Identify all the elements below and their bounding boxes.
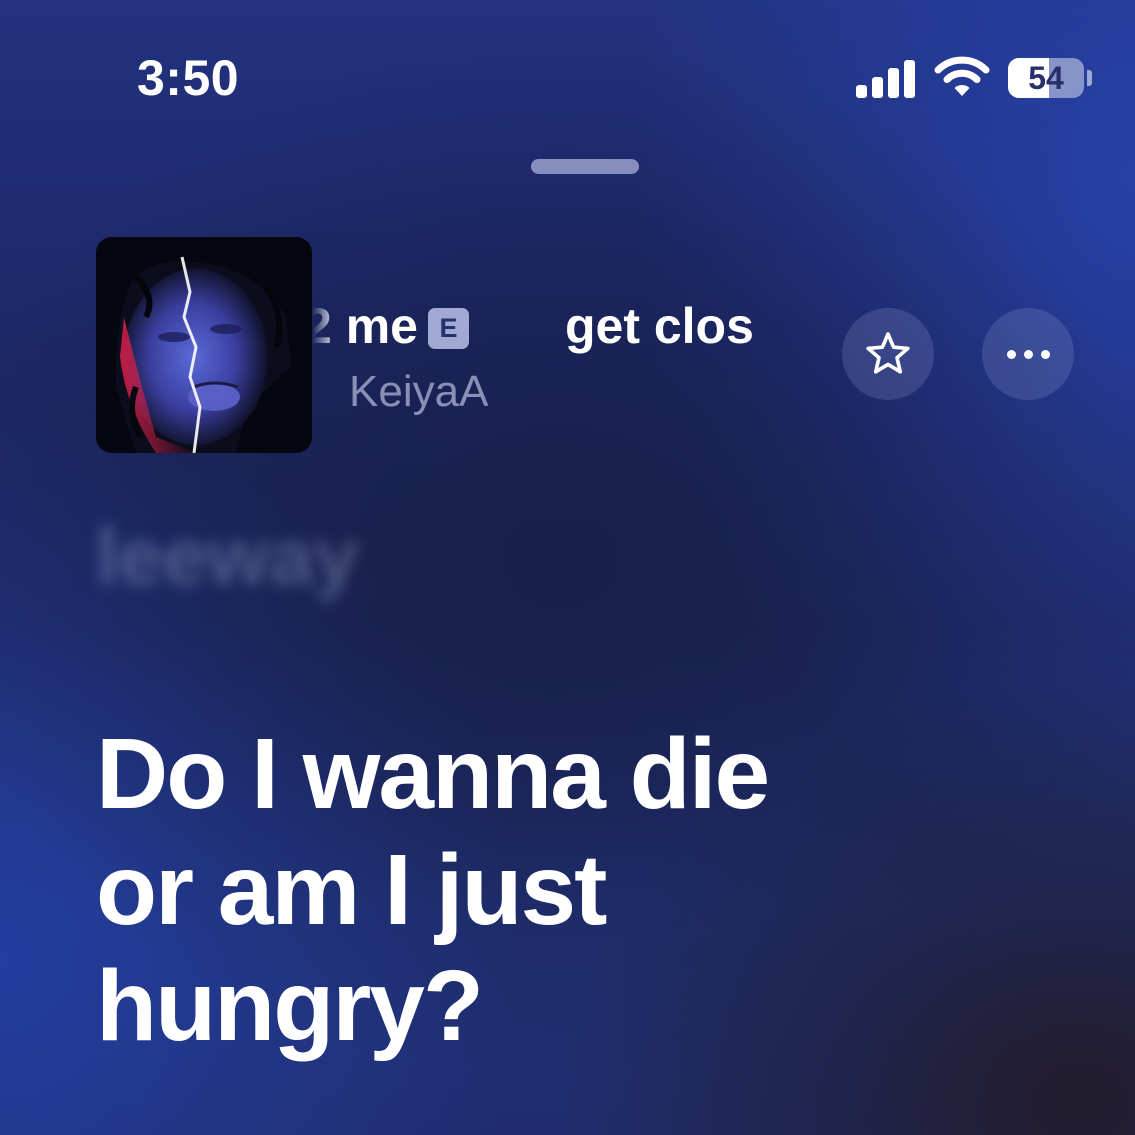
song-title-marquee[interactable]: 2 me Eget clos [312, 290, 834, 362]
artwork-image [96, 237, 312, 453]
favorite-button[interactable] [842, 308, 934, 400]
status-time: 3:50 [137, 50, 240, 106]
cellular-signal-icon [856, 58, 916, 98]
battery-cap [1087, 70, 1092, 86]
song-title-next-segment: get clos [564, 298, 754, 354]
album-artwork[interactable] [96, 237, 312, 453]
star-icon [866, 332, 910, 374]
explicit-badge: E [427, 308, 469, 349]
sheet-grabber-handle[interactable] [531, 159, 639, 174]
battery-percentage: 54 [1028, 60, 1064, 96]
ellipsis-icon [1006, 349, 1050, 359]
song-title: 2 me [312, 298, 418, 354]
artist-name[interactable]: KeiyaA [349, 364, 488, 420]
status-bar: 3:50 54 [0, 0, 1135, 140]
wifi-icon [934, 56, 990, 96]
lyric-current-line: hungry? [96, 950, 484, 1062]
more-options-button[interactable] [982, 308, 1074, 400]
song-title-track: 2 me Eget clos [312, 290, 754, 362]
lyric-line-current[interactable]: Do I wanna die or am I just hungry? [96, 716, 1076, 1064]
lyric-current-line: Do I wanna die [96, 718, 770, 830]
lyric-current-line: or am I just [96, 834, 607, 946]
battery-icon: 54 [1008, 58, 1084, 98]
lyric-line-previous[interactable]: leeway [96, 512, 358, 602]
